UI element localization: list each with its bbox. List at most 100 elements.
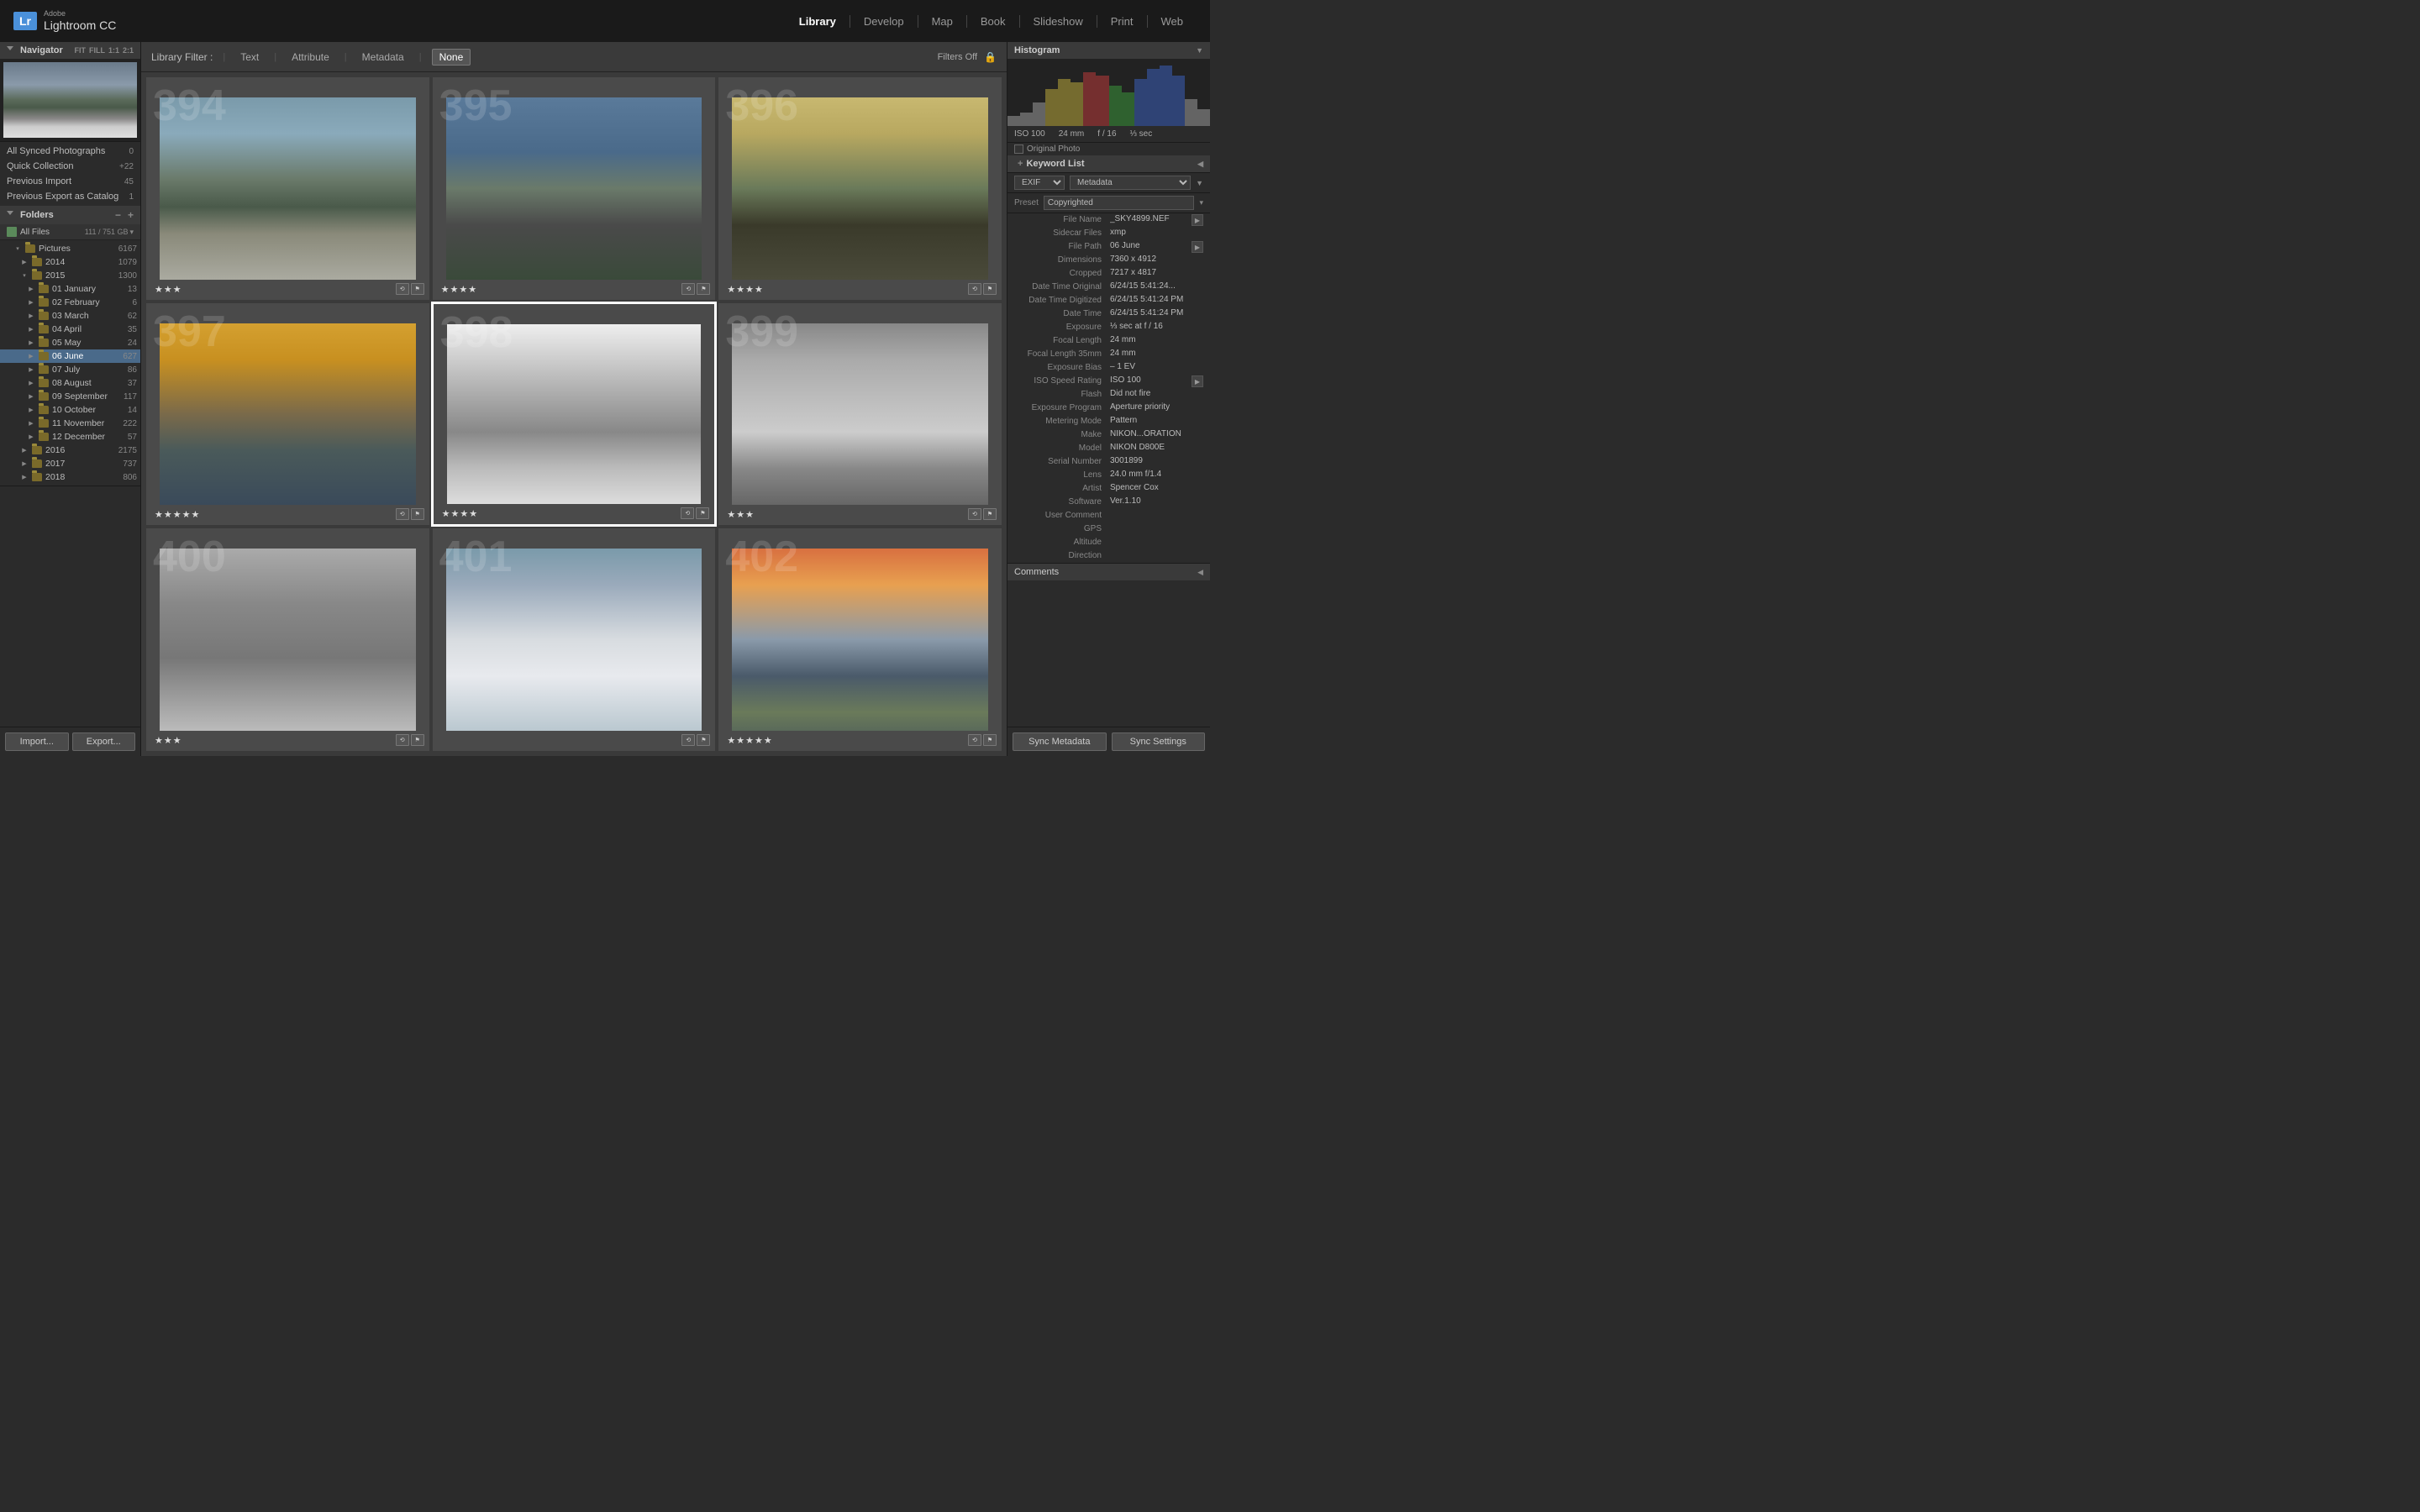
photo-401[interactable]	[446, 549, 702, 731]
grid-cell-394[interactable]: 394 ★ ★ ★ ⟲ ⚑	[145, 76, 431, 302]
lock-icon[interactable]: 🔒	[984, 51, 997, 63]
nav-web[interactable]: Web	[1148, 15, 1197, 28]
preset-input[interactable]	[1044, 196, 1195, 210]
meta-btn-iso[interactable]: ▶	[1192, 375, 1203, 387]
flag-icon[interactable]: ⚑	[411, 734, 424, 746]
keyword-plus[interactable]: +	[1018, 159, 1023, 169]
metadata-dropdown[interactable]: Metadata	[1070, 176, 1191, 190]
catalog-previous-import[interactable]: Previous Import 45	[0, 174, 140, 189]
feb-expand[interactable]: ▶	[27, 298, 35, 307]
comments-row[interactable]: Comments ◀	[1007, 563, 1210, 580]
apr-expand[interactable]: ▶	[27, 325, 35, 333]
grid-cell-397[interactable]: 397 ★ ★ ★ ★ ★ ⟲ ⚑	[145, 302, 431, 528]
grid-cell-402[interactable]: 402 ★ ★ ★ ★ ★ ⟲ ⚑	[717, 527, 1003, 753]
folder-2017[interactable]: ▶ 2017 737	[0, 457, 140, 470]
flag-icon[interactable]: ⚑	[411, 508, 424, 520]
flag-icon[interactable]: ⚑	[983, 734, 997, 746]
rotate-icon[interactable]: ⟲	[968, 508, 981, 520]
grid-cell-399[interactable]: 399 ★ ★ ★ ⟲ ⚑	[717, 302, 1003, 528]
flag-icon[interactable]: ⚑	[983, 283, 997, 295]
folder-pictures[interactable]: ▾ Pictures 6167	[0, 242, 140, 255]
rotate-icon[interactable]: ⟲	[968, 734, 981, 746]
grid-cell-401[interactable]: 401 ⟲ ⚑	[431, 527, 718, 753]
rotate-icon[interactable]: ⟲	[968, 283, 981, 295]
nav-library[interactable]: Library	[786, 15, 850, 28]
nav-book[interactable]: Book	[967, 15, 1020, 28]
filter-attribute[interactable]: Attribute	[287, 50, 334, 65]
comments-chevron[interactable]: ◀	[1197, 568, 1203, 577]
one-one-btn[interactable]: 1:1	[108, 46, 119, 55]
folder-aug[interactable]: ▶ 08 August 37	[0, 376, 140, 390]
exif-select[interactable]: EXIF IPTC	[1014, 176, 1065, 190]
orig-photo-checkbox[interactable]	[1014, 144, 1023, 154]
fill-btn[interactable]: FILL	[89, 46, 105, 55]
grid-cell-395[interactable]: 395 ★ ★ ★ ★ ⟲ ⚑	[431, 76, 718, 302]
2014-expand[interactable]: ▶	[20, 258, 29, 266]
histogram-header[interactable]: Histogram ▼	[1007, 42, 1210, 59]
catalog-quick-collection[interactable]: Quick Collection + 22	[0, 159, 140, 174]
sync-settings-button[interactable]: Sync Settings	[1112, 732, 1206, 751]
aug-expand[interactable]: ▶	[27, 379, 35, 387]
folder-jun[interactable]: ▶ 06 June 627	[0, 349, 140, 363]
photo-396[interactable]	[732, 97, 988, 280]
folder-2016[interactable]: ▶ 2016 2175	[0, 444, 140, 457]
photo-400[interactable]	[160, 549, 416, 731]
folder-oct[interactable]: ▶ 10 October 14	[0, 403, 140, 417]
folder-mar[interactable]: ▶ 03 March 62	[0, 309, 140, 323]
oct-expand[interactable]: ▶	[27, 406, 35, 414]
navigator-header[interactable]: Navigator FIT FILL 1:1 2:1	[0, 42, 140, 59]
all-files-disk[interactable]: All Files 111 / 751 GB ▾	[0, 224, 140, 240]
disk-selector[interactable]: ▾	[129, 228, 134, 237]
photo-394[interactable]	[160, 97, 416, 280]
sep-expand[interactable]: ▶	[27, 392, 35, 401]
meta-btn-filepath[interactable]: ▶	[1192, 241, 1203, 253]
folder-sep[interactable]: ▶ 09 September 117	[0, 390, 140, 403]
folder-plus[interactable]: +	[128, 209, 134, 221]
metadata-chevron[interactable]: ▼	[1196, 179, 1203, 187]
folder-2014[interactable]: ▶ 2014 1079	[0, 255, 140, 269]
jan-expand[interactable]: ▶	[27, 285, 35, 293]
2015-expand[interactable]: ▾	[20, 271, 29, 280]
import-button[interactable]: Import...	[5, 732, 69, 751]
folders-header[interactable]: Folders − +	[0, 206, 140, 224]
flag-icon[interactable]: ⚑	[411, 283, 424, 295]
folder-jul[interactable]: ▶ 07 July 86	[0, 363, 140, 376]
nav-slideshow[interactable]: Slideshow	[1020, 15, 1097, 28]
photo-398[interactable]	[447, 324, 702, 505]
grid-cell-400[interactable]: 400 ★ ★ ★ ⟲ ⚑	[145, 527, 431, 753]
rotate-icon[interactable]: ⟲	[396, 734, 409, 746]
photo-397[interactable]	[160, 323, 416, 506]
filter-none[interactable]: None	[432, 49, 471, 66]
keyword-list-header[interactable]: + Keyword List ◀	[1007, 155, 1210, 173]
photo-395[interactable]	[446, 97, 702, 280]
flag-icon[interactable]: ⚑	[983, 508, 997, 520]
2018-expand[interactable]: ▶	[20, 473, 29, 481]
folder-2015[interactable]: ▾ 2015 1300	[0, 269, 140, 282]
nav-map[interactable]: Map	[918, 15, 967, 28]
2017-expand[interactable]: ▶	[20, 459, 29, 468]
rotate-icon[interactable]: ⟲	[681, 734, 695, 746]
folder-apr[interactable]: ▶ 04 April 35	[0, 323, 140, 336]
catalog-all-synced[interactable]: All Synced Photographs 0	[0, 144, 140, 159]
photo-399[interactable]	[732, 323, 988, 506]
grid-cell-398[interactable]: 398 ★ ★ ★ ★ ⟲ ⚑	[431, 302, 718, 528]
keyword-chevron[interactable]: ◀	[1197, 160, 1203, 169]
export-button[interactable]: Export...	[72, 732, 136, 751]
folder-may[interactable]: ▶ 05 May 24	[0, 336, 140, 349]
folder-feb[interactable]: ▶ 02 February 6	[0, 296, 140, 309]
nov-expand[interactable]: ▶	[27, 419, 35, 428]
filter-text[interactable]: Text	[235, 50, 264, 65]
fit-btn[interactable]: FIT	[74, 46, 86, 55]
filter-metadata[interactable]: Metadata	[357, 50, 409, 65]
rotate-icon[interactable]: ⟲	[681, 507, 694, 519]
flag-icon[interactable]: ⚑	[697, 734, 710, 746]
jun-expand[interactable]: ▶	[27, 352, 35, 360]
meta-btn-filename[interactable]: ▶	[1192, 214, 1203, 226]
folder-dec[interactable]: ▶ 12 December 57	[0, 430, 140, 444]
nav-develop[interactable]: Develop	[850, 15, 918, 28]
grid-cell-396[interactable]: 396 ★ ★ ★ ★ ⟲ ⚑	[717, 76, 1003, 302]
dec-expand[interactable]: ▶	[27, 433, 35, 441]
mar-expand[interactable]: ▶	[27, 312, 35, 320]
folder-minus[interactable]: −	[115, 209, 121, 221]
folder-2018[interactable]: ▶ 2018 806	[0, 470, 140, 484]
